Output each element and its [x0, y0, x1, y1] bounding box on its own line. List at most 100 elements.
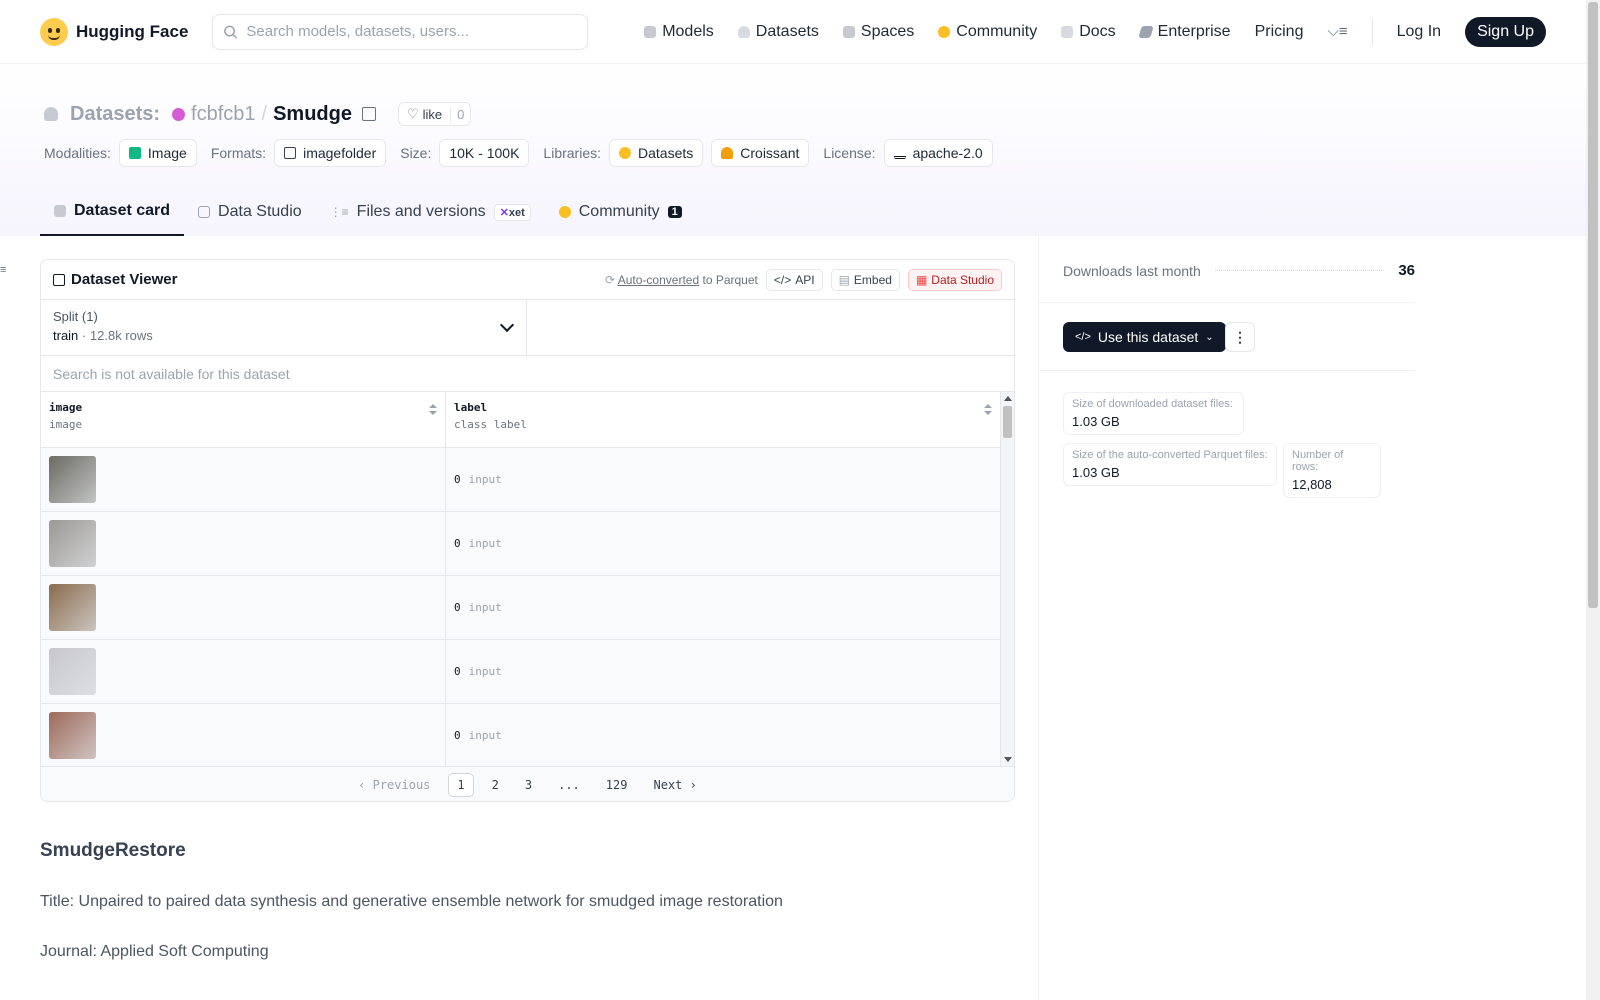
- scroll-down-icon[interactable]: [1004, 757, 1012, 762]
- stat-value: 1.03 GB: [1072, 465, 1120, 480]
- column-name: label: [454, 401, 488, 414]
- embed-button[interactable]: ▤ Embed: [830, 268, 900, 291]
- nav-pricing[interactable]: Pricing: [1255, 23, 1304, 41]
- modalities-label: Modalities:: [44, 145, 111, 161]
- sort-icon[interactable]: [429, 404, 437, 416]
- copy-icon[interactable]: [362, 107, 376, 121]
- column-header-label[interactable]: label class label: [446, 392, 1000, 447]
- toc-toggle-icon[interactable]: ≡: [0, 264, 10, 276]
- use-dataset-button[interactable]: </> Use this dataset ⌄: [1063, 322, 1226, 352]
- page-last[interactable]: 129: [598, 774, 636, 796]
- split-label: Split (1): [53, 309, 98, 324]
- downloads-sparkline: [1214, 270, 1385, 271]
- tab-files[interactable]: ⋮≡ Files and versions ✕xet: [316, 188, 545, 236]
- label-cell: 0 input: [446, 576, 1000, 639]
- tab-data-studio-label: Data Studio: [218, 203, 302, 220]
- split-selector[interactable]: Split (1) train · 12.8k rows: [41, 300, 527, 355]
- nav-community[interactable]: Community: [938, 23, 1037, 41]
- stat-value: 1.03 GB: [1072, 414, 1120, 429]
- dataset-name[interactable]: Smudge: [273, 103, 352, 126]
- table-row[interactable]: 0 input: [41, 576, 1014, 640]
- more-options-icon[interactable]: ⋮: [1225, 322, 1255, 352]
- viewer-title: Dataset Viewer: [53, 271, 177, 288]
- next-page-button[interactable]: Next ›: [645, 774, 704, 796]
- tag-imagefolder[interactable]: imagefolder: [274, 139, 387, 167]
- tag-size[interactable]: 10K - 100K: [439, 139, 530, 167]
- folder-icon: [284, 147, 297, 159]
- downloads-row: Downloads last month 36: [1063, 262, 1415, 279]
- path-separator: /: [261, 102, 268, 125]
- label-cell: 0 input: [446, 640, 1000, 703]
- column-header-image[interactable]: image image: [41, 392, 446, 447]
- api-button[interactable]: </> API: [765, 268, 823, 291]
- search-box[interactable]: [212, 13, 589, 50]
- table-header: image image label class label: [41, 392, 1014, 448]
- table-row[interactable]: 0 input: [41, 448, 1014, 512]
- table-row[interactable]: 0 input: [41, 640, 1014, 704]
- image-cell: [41, 704, 446, 766]
- scroll-up-icon[interactable]: [1004, 396, 1012, 401]
- autoconverted-note: ⟳ Auto-converted to Parquet: [605, 273, 758, 287]
- tag-croissant[interactable]: Croissant: [711, 139, 810, 167]
- nav-datasets[interactable]: Datasets: [737, 23, 819, 41]
- split-row: Split (1) train · 12.8k rows: [41, 300, 1014, 356]
- image-thumbnail[interactable]: [49, 712, 96, 759]
- stat-label: Size of downloaded dataset files:: [1072, 398, 1233, 410]
- table-icon: [53, 273, 65, 286]
- label-name: input: [468, 601, 502, 614]
- database-icon: [44, 107, 58, 121]
- formats-label: Formats:: [210, 145, 267, 161]
- like-button[interactable]: ♡ like 0: [398, 102, 472, 126]
- signup-button[interactable]: Sign Up: [1465, 16, 1546, 47]
- image-thumbnail[interactable]: [49, 520, 96, 567]
- card-heading: SmudgeRestore: [40, 840, 186, 861]
- nav-models[interactable]: Models: [644, 23, 714, 41]
- login-link[interactable]: Log In: [1397, 23, 1441, 41]
- page-2[interactable]: 2: [484, 774, 507, 796]
- tag-image-label: Image: [147, 145, 187, 161]
- search-input[interactable]: [246, 23, 578, 40]
- nav-spaces[interactable]: Spaces: [842, 23, 914, 41]
- nav-enterprise[interactable]: Enterprise: [1138, 23, 1231, 41]
- image-thumbnail[interactable]: [49, 648, 96, 695]
- page-ellipsis: ...: [558, 777, 580, 792]
- size-label: Size:: [400, 145, 432, 161]
- owner-link[interactable]: fcbfcb1: [191, 103, 255, 126]
- page-1[interactable]: 1: [448, 772, 474, 797]
- more-menu-icon[interactable]: ⌵≡: [1327, 23, 1347, 40]
- pagination: ‹ Previous 1 2 3 ... 129 Next ›: [41, 766, 1014, 801]
- page-scrollbar[interactable]: [1586, 0, 1600, 1000]
- image-thumbnail[interactable]: [49, 584, 96, 631]
- tag-datasets[interactable]: Datasets: [609, 139, 704, 167]
- tag-license-label: apache-2.0: [912, 145, 983, 161]
- cube-icon: [644, 25, 657, 38]
- tab-community[interactable]: Community 1: [545, 188, 696, 236]
- nav-community-label: Community: [956, 22, 1038, 40]
- tab-dataset-card[interactable]: Dataset card: [40, 188, 185, 236]
- scroll-thumb[interactable]: [1003, 406, 1012, 438]
- image-thumbnail[interactable]: [49, 456, 96, 503]
- nav-docs[interactable]: Docs: [1061, 23, 1116, 41]
- sort-icon[interactable]: [984, 404, 992, 416]
- tag-image[interactable]: Image: [118, 139, 197, 167]
- right-sidebar: Downloads last month 36 </> Use this dat…: [1038, 236, 1586, 1000]
- top-nav: Hugging Face Models Datasets Spaces Comm…: [0, 0, 1586, 64]
- nav-models-label: Models: [662, 22, 714, 40]
- table-scrollbar[interactable]: [1000, 392, 1014, 766]
- table-row[interactable]: 0 input: [41, 512, 1014, 576]
- code-icon: </>: [773, 272, 792, 287]
- nav-pricing-label: Pricing: [1254, 22, 1304, 40]
- brand-link[interactable]: Hugging Face: [40, 17, 188, 46]
- stat-parquet-size: Size of the auto-converted Parquet files…: [1063, 443, 1277, 486]
- tab-community-label: Community: [578, 203, 660, 220]
- page-scroll-thumb[interactable]: [1588, 2, 1598, 608]
- table-row[interactable]: 0 input: [41, 704, 1014, 766]
- downloads-count: 36: [1398, 262, 1415, 279]
- tag-license[interactable]: apache-2.0: [883, 139, 993, 167]
- autoconverted-link[interactable]: Auto-converted: [618, 273, 699, 287]
- tab-data-studio[interactable]: Data Studio: [184, 188, 316, 236]
- data-studio-button[interactable]: ▦ Data Studio: [907, 268, 1002, 291]
- label-cell: 0 input: [446, 448, 1000, 511]
- page-3[interactable]: 3: [517, 774, 540, 796]
- previous-page-button[interactable]: ‹ Previous: [350, 774, 438, 796]
